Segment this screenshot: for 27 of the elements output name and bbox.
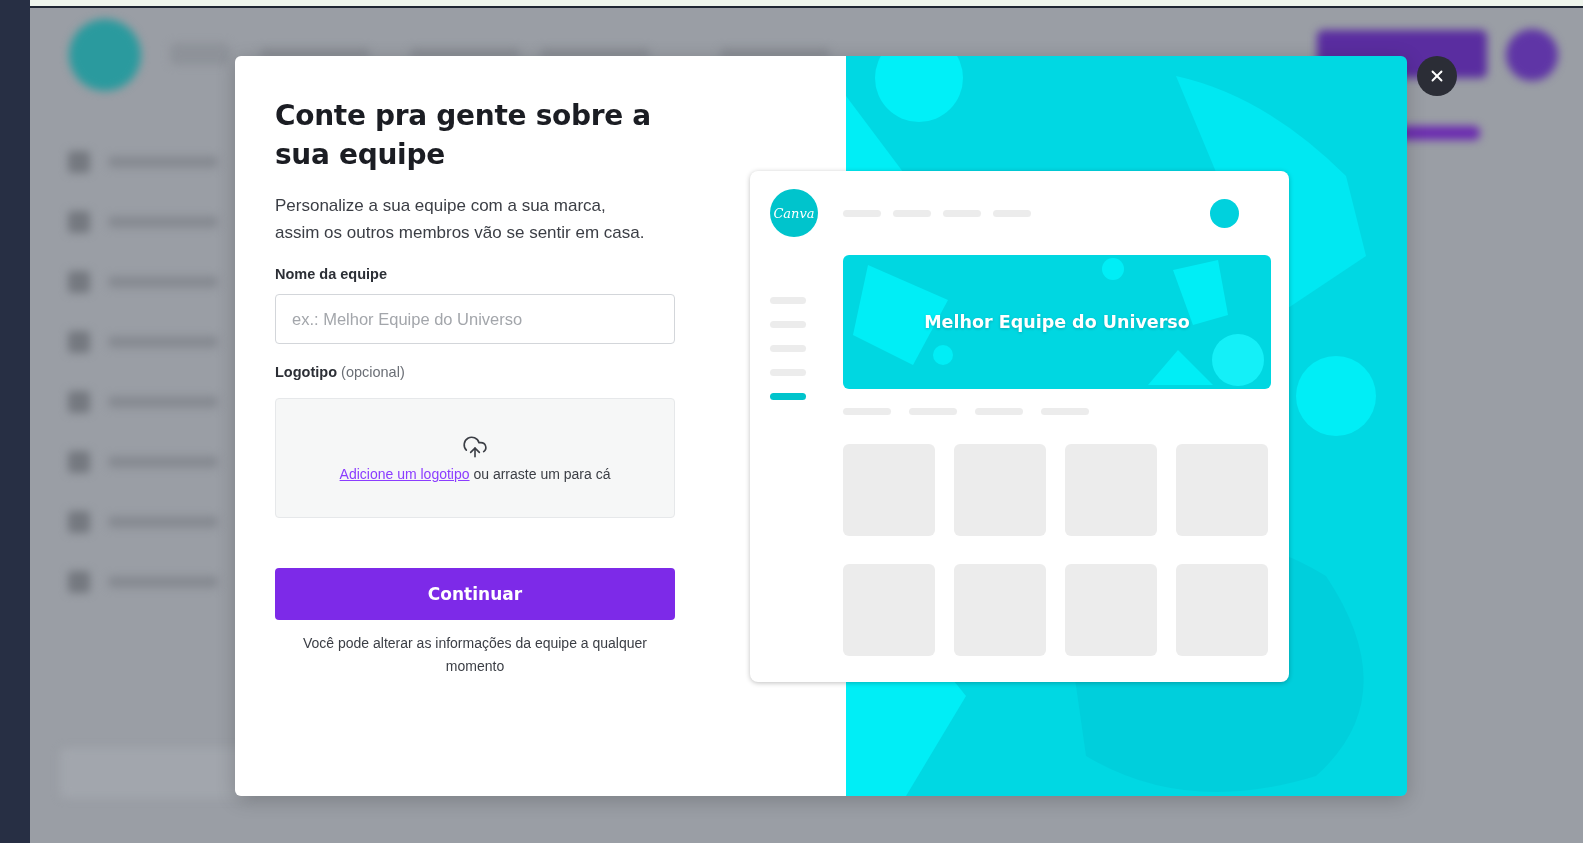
- upload-drop-zone[interactable]: Adicione um logotipo ou arraste um para cá: [275, 398, 675, 518]
- blurred-block: [68, 331, 90, 353]
- continue-button[interactable]: Continuar: [275, 568, 675, 620]
- blurred-block: [68, 271, 90, 293]
- blurred-block: [68, 451, 90, 473]
- cloud-upload-icon: [462, 434, 488, 460]
- dialog-title: Conte pra gente sobre a sua equipe: [275, 98, 652, 173]
- field-label: Nome da equipe: [275, 266, 387, 282]
- blurred-block: [68, 571, 90, 593]
- upload-hint: Adicione um logotipo ou arraste um para cá: [339, 466, 611, 482]
- field-label: Logotipo (opcional): [275, 364, 405, 380]
- blurred-avatar: [1506, 29, 1558, 81]
- add-logo-link[interactable]: Adicione um logotipo: [339, 466, 470, 482]
- avatar-dot: [1210, 198, 1239, 228]
- logo-badge: Canva: [770, 189, 818, 237]
- banner-title: Melhor Equipe do Universo: [924, 312, 1190, 332]
- dialog-description: Personalize a sua equipe com a sua marca, assim os outros membros vão se sentir em casa.: [275, 195, 646, 244]
- blurred-block: [68, 211, 90, 233]
- blurred-logo: [69, 19, 141, 91]
- decor-circle: [1212, 334, 1264, 386]
- blurred-block: [68, 511, 90, 533]
- active-line: [770, 393, 806, 400]
- team-name-field[interactable]: ex.: Melhor Equipe do Universo: [275, 294, 675, 344]
- blurred-block: [68, 391, 90, 413]
- blurred-block: [68, 151, 90, 173]
- decor-shape: [1148, 350, 1213, 385]
- footnote: Você pode alterar as informações da equipe a qualquer momento: [302, 634, 648, 676]
